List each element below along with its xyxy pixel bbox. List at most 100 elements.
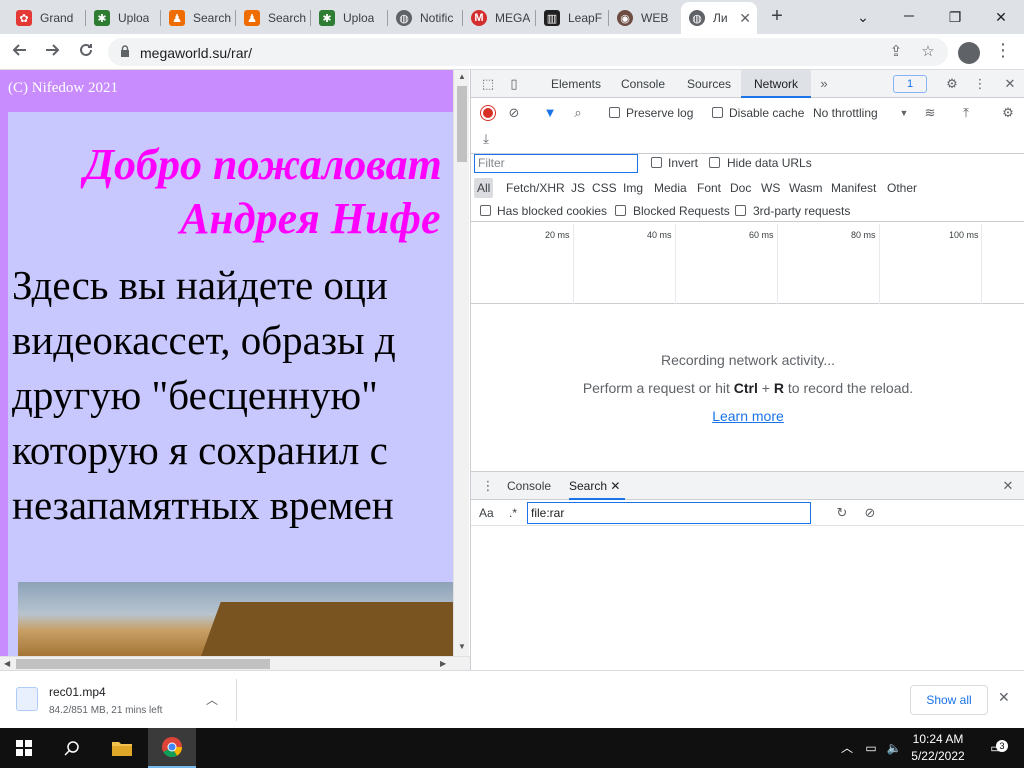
forward-button[interactable] [40,40,64,64]
chevron-down-icon[interactable]: ▼ [895,104,913,122]
disable-cache-checkbox[interactable] [712,107,723,118]
tab-2[interactable]: ✱ Uploa [86,4,160,32]
type-filter-js[interactable]: JS [568,178,588,198]
taskbar-clock[interactable]: 10:24 AM 5/22/2022 [904,731,972,765]
download-options-chevron-icon[interactable]: ︿ [206,691,218,708]
tab-9[interactable]: ◉ WEB [609,4,681,32]
close-tab-icon[interactable]: ✕ [739,10,751,27]
scroll-left-icon[interactable]: ◀ [4,659,10,668]
export-har-icon[interactable]: ⤓ [477,130,495,148]
regex-button[interactable]: .* [509,506,517,520]
type-filter-doc[interactable]: Doc [727,178,754,198]
learn-more-link[interactable]: Learn more [471,408,1024,424]
hide-data-urls-checkbox[interactable] [709,157,720,168]
tab-title: Grand [40,11,74,25]
devtools-menu-icon[interactable]: ⋮ [971,75,989,93]
scrollbar-thumb[interactable] [16,659,270,669]
type-filter-img[interactable]: Img [620,178,646,198]
back-button[interactable] [8,40,32,64]
close-download-shelf-icon[interactable]: ✕ [998,689,1010,706]
tab-3[interactable]: ♟ Search [161,4,235,32]
clear-icon[interactable]: ⊘ [505,104,523,122]
file-explorer-button[interactable] [98,728,146,768]
scrollbar-thumb[interactable] [457,86,467,162]
close-window-button[interactable]: ✕ [978,4,1024,30]
type-filter-other[interactable]: Other [884,178,920,198]
record-button[interactable] [481,106,495,120]
type-filter-font[interactable]: Font [694,178,724,198]
inspect-element-icon[interactable]: ⬚ [479,75,497,93]
device-toolbar-icon[interactable]: ▯ [505,75,523,93]
download-filename[interactable]: rec01.mp4 [49,685,106,699]
taskbar-search-button[interactable] [48,728,96,768]
tab-7[interactable]: M MEGA [463,4,535,32]
close-devtools-icon[interactable]: ✕ [1001,75,1019,93]
close-icon[interactable]: ✕ [610,479,620,493]
scroll-right-icon[interactable]: ▶ [440,659,446,668]
tab-5[interactable]: ✱ Uploa [311,4,387,32]
import-har-icon[interactable]: ⤒ [957,104,975,122]
has-blocked-cookies-checkbox[interactable] [480,205,491,216]
filter-input[interactable]: Filter [474,154,638,173]
type-filter-all[interactable]: All [474,178,494,198]
chrome-taskbar-button[interactable] [148,728,196,768]
scroll-up-icon[interactable]: ▲ [458,72,466,81]
tab-1[interactable]: ✿ Grand [8,4,84,32]
show-hidden-icons-chevron-icon[interactable]: ︿ [838,728,856,768]
page-horizontal-scrollbar[interactable]: ◀ ▶ [0,656,470,670]
tab-network[interactable]: Network [741,70,811,98]
scroll-down-icon[interactable]: ▼ [458,642,466,651]
profile-avatar[interactable] [958,42,980,64]
close-drawer-icon[interactable]: ✕ [999,477,1017,495]
minimize-button[interactable] [886,4,932,30]
type-filter-media[interactable]: Media [651,178,690,198]
tab-8[interactable]: ▥ LeapF [536,4,608,32]
more-tabs-icon[interactable]: » [815,75,833,93]
search-icon[interactable]: ⌕ [569,104,587,122]
filter-icon[interactable]: ▼ [541,104,559,122]
tab-6[interactable]: ◍ Notific [388,4,462,32]
tab-4[interactable]: ♟ Search [236,4,310,32]
new-tab-button[interactable]: + [766,6,788,28]
network-icon[interactable]: ▭ [860,728,882,768]
bookmark-star-icon[interactable]: ☆ [918,42,938,62]
page-vertical-scrollbar[interactable]: ▲ ▼ [453,70,469,656]
type-filter-wasm[interactable]: Wasm [786,178,826,198]
clear-search-icon[interactable]: ⊘ [861,504,879,522]
notifications-button[interactable]: ▭ 3 [982,728,1010,768]
tab-console[interactable]: Console [611,70,675,98]
preserve-log-checkbox[interactable] [609,107,620,118]
tab-sources[interactable]: Sources [677,70,741,98]
type-filter-fetch-xhr[interactable]: Fetch/XHR [503,178,568,198]
url-text[interactable]: megaworld.su/rar/ [140,45,252,61]
start-button[interactable] [0,728,48,768]
chrome-menu-icon[interactable]: ⋮ [994,40,1012,61]
tab-search-button[interactable]: ⌄ [840,4,886,30]
network-overview-timeline[interactable]: 20 ms 40 ms 60 ms 80 ms 100 ms [471,224,1024,304]
volume-icon[interactable]: 🔈 [884,728,904,768]
drawer-tab-console[interactable]: Console [507,472,555,500]
reload-button[interactable] [74,40,98,64]
type-filter-manifest[interactable]: Manifest [828,178,879,198]
drawer-menu-icon[interactable]: ⋮ [479,477,497,495]
tab-elements[interactable]: Elements [543,70,609,98]
throttling-select[interactable]: No throttling [813,106,878,120]
drawer-tab-search[interactable]: Search ✕ [569,472,625,500]
devtools-settings-icon[interactable]: ⚙ [943,75,961,93]
invert-checkbox[interactable] [651,157,662,168]
restore-button[interactable]: ❐ [932,4,978,30]
third-party-requests-checkbox[interactable] [735,205,746,216]
refresh-search-icon[interactable]: ↻ [833,504,851,522]
type-filter-css[interactable]: CSS [589,178,620,198]
network-settings-icon[interactable]: ⚙ [999,104,1017,122]
tab-active[interactable]: ◍ Ли ✕ [681,2,757,34]
issues-badge[interactable]: 1 [893,75,927,93]
network-conditions-icon[interactable]: ≋ [921,104,939,122]
blocked-requests-checkbox[interactable] [615,205,626,216]
share-icon[interactable]: ⇪ [886,42,906,62]
match-case-button[interactable]: Aa [479,506,494,520]
show-all-downloads-button[interactable]: Show all [910,685,988,715]
type-filter-ws[interactable]: WS [758,178,783,198]
address-bar[interactable]: megaworld.su/rar/ ⇪ ☆ [108,38,948,66]
search-input[interactable]: file:rar [527,502,811,524]
